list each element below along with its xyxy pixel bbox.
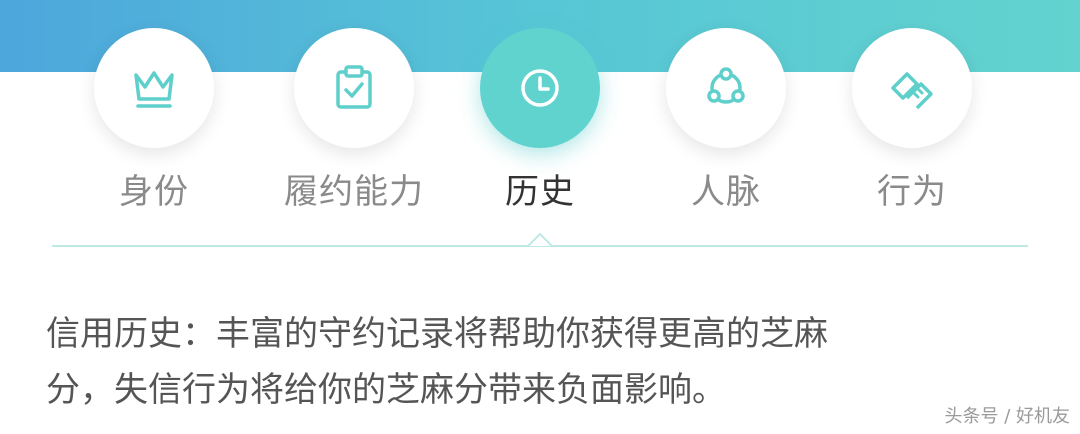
clock-icon <box>521 69 559 107</box>
crown-icon <box>134 71 174 108</box>
tab-history-circle[interactable] <box>480 28 600 148</box>
active-tab-pointer <box>528 232 552 247</box>
tab-behavior-label: 行为 <box>877 172 947 212</box>
tab-performance-circle[interactable] <box>294 28 414 148</box>
tab-history-label: 历史 <box>505 172 575 212</box>
network-icon <box>707 67 745 104</box>
description-line-1: 信用历史：丰富的守约记录将帮助你获得更高的芝麻 <box>46 314 828 354</box>
tab-identity-circle[interactable] <box>94 28 214 148</box>
description-line-2: 分，失信行为将给你的芝麻分带来负面影响。 <box>46 370 726 410</box>
tab-identity[interactable]: 身份 <box>64 14 244 214</box>
tab-behavior-circle[interactable] <box>852 28 972 148</box>
tab-behavior[interactable]: 行为 <box>822 14 1002 214</box>
handshake-icon <box>891 72 933 110</box>
credit-history-description: 信用历史：丰富的守约记录将帮助你获得更高的芝麻 分，失信行为将给你的芝麻分带来负… <box>46 306 1036 418</box>
tab-identity-label: 身份 <box>119 172 189 212</box>
tab-connections[interactable]: 人脉 <box>636 14 816 214</box>
watermark: 头条号 / 好机友 <box>944 406 1070 427</box>
tab-performance-label: 履约能力 <box>284 172 424 212</box>
tab-connections-circle[interactable] <box>666 28 786 148</box>
clipboard-check-icon <box>336 65 372 109</box>
category-tabs: 身份 履约能力 历史 人脉 行为 <box>0 0 1080 230</box>
screen: 身份 履约能力 历史 人脉 行为 信用历史：丰富的守约记录将帮助你获得更高的芝麻… <box>0 0 1080 434</box>
tab-history[interactable]: 历史 <box>450 14 630 214</box>
tab-performance[interactable]: 履约能力 <box>264 14 444 214</box>
tab-connections-label: 人脉 <box>691 172 761 212</box>
